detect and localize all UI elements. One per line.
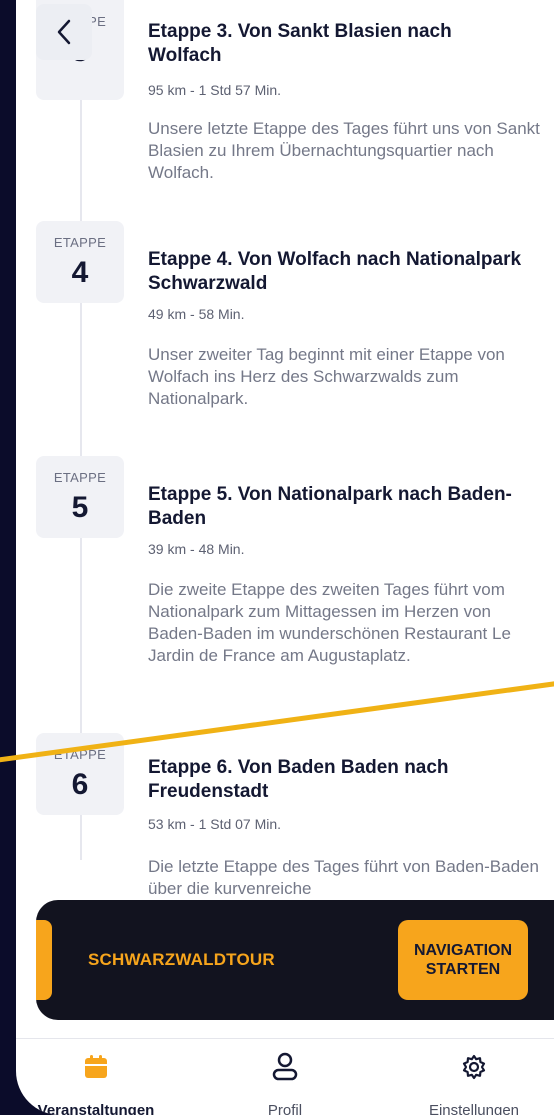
stage-meta: 53 km - 1 Std 07 Min.	[148, 816, 282, 832]
tab-label: Profil	[267, 1102, 303, 1115]
stage-description: Die zweite Etappe des zweiten Tages führ…	[148, 580, 511, 665]
back-button[interactable]	[36, 4, 92, 60]
stage-description: Die letzte Etappe des Tages führt von Ba…	[148, 857, 539, 898]
stage-description: Unser zweiter Tag beginnt mit einer Etap…	[148, 345, 505, 408]
tour-accent-handle[interactable]	[36, 920, 52, 1000]
stage-description: Unsere letzte Etappe des Tages führt uns…	[148, 119, 540, 182]
tab-label: Veranstaltungen	[37, 1102, 155, 1115]
tab-profil[interactable]: Profil	[205, 1050, 365, 1115]
tab-veranstaltungen[interactable]: Veranstaltungen	[16, 1050, 176, 1115]
tab-label: Einstellungen	[428, 1102, 520, 1115]
tour-bar: SCHWARZWALDTOUR NAVIGATION STARTEN	[36, 900, 554, 1020]
chevron-left-icon	[57, 19, 71, 45]
stage-number: 5	[71, 490, 89, 524]
tab-bar-divider	[16, 1038, 554, 1039]
stage-meta: 95 km - 1 Std 57 Min.	[148, 82, 282, 98]
stage-meta: 49 km - 58 Min.	[148, 306, 245, 322]
stage-label: ETAPPE	[53, 234, 107, 250]
stage-badge: ETAPPE 4	[36, 221, 124, 303]
stage-title: Etappe 6. Von Baden Baden nach Freudenst…	[148, 757, 449, 802]
timeline-line	[80, 0, 82, 860]
stage-badge: ETAPPE 5	[36, 456, 124, 538]
stage-title: Etappe 5. Von Nationalpark nach Baden-Ba…	[148, 484, 512, 529]
stage-number: 6	[71, 767, 89, 801]
stage-label: ETAPPE	[53, 469, 107, 485]
tour-name[interactable]: SCHWARZWALDTOUR	[88, 950, 275, 970]
app-screen: ETAPPE 3 Etappe 3. Von Sankt Blasien nac…	[16, 0, 554, 1115]
gear-icon	[462, 1054, 486, 1080]
stage-title: Etappe 3. Von Sankt Blasien nach Wolfach	[148, 21, 452, 66]
tab-einstellungen[interactable]: Einstellungen	[394, 1050, 554, 1115]
stage-title: Etappe 4. Von Wolfach nach Nationalpark …	[148, 249, 522, 294]
start-navigation-button[interactable]: NAVIGATION STARTEN	[398, 920, 528, 1000]
stage-meta: 39 km - 48 Min.	[148, 541, 245, 557]
stage-number: 4	[71, 255, 89, 289]
person-icon	[272, 1052, 298, 1081]
calendar-icon	[85, 1055, 107, 1078]
